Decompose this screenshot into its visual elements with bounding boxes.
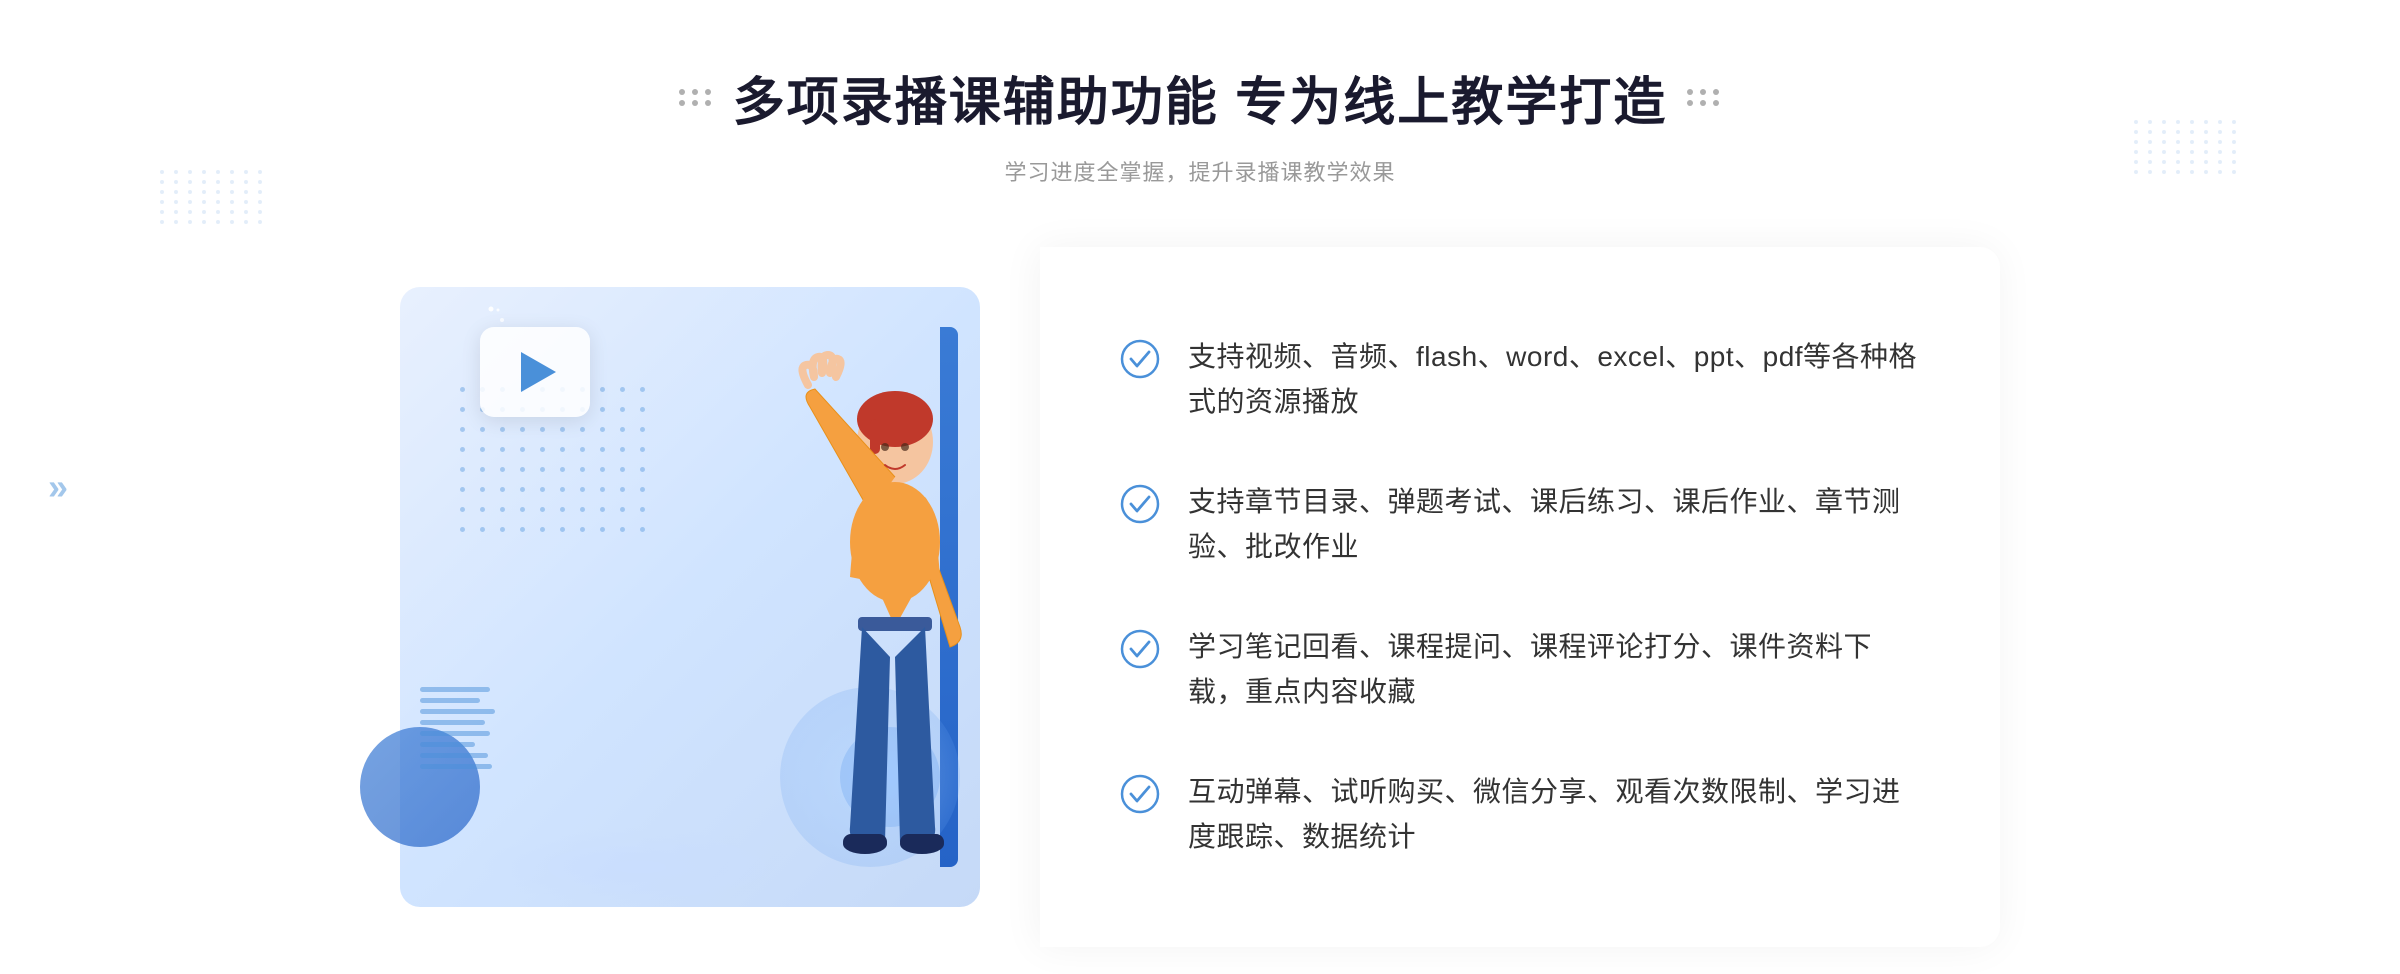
dot-grid-right — [2134, 120, 2240, 174]
feature-text-2: 支持章节目录、弹题考试、课后练习、课后作业、章节测验、批改作业 — [1188, 480, 1920, 570]
features-area: 支持视频、音频、flash、word、excel、ppt、pdf等各种格式的资源… — [1040, 247, 2000, 947]
person-illustration — [710, 347, 1010, 927]
feature-text-3: 学习笔记回看、课程提问、课程评论打分、课件资料下载，重点内容收藏 — [1188, 625, 1920, 715]
check-icon-3 — [1120, 629, 1160, 669]
feature-text-1: 支持视频、音频、flash、word、excel、ppt、pdf等各种格式的资源… — [1188, 335, 1920, 425]
feature-item-4: 互动弹幕、试听购买、微信分享、观看次数限制、学习进度跟踪、数据统计 — [1120, 760, 1920, 870]
title-row: 多项录播课辅助功能 专为线上教学打造 — [679, 60, 1721, 135]
stripe-deco — [420, 687, 500, 807]
play-bubble — [480, 327, 590, 417]
feature-item-1: 支持视频、音频、flash、word、excel、ppt、pdf等各种格式的资源… — [1120, 325, 1920, 435]
title-deco-left — [679, 89, 713, 106]
page-title: 多项录播课辅助功能 专为线上教学打造 — [733, 60, 1667, 135]
feature-item-3: 学习笔记回看、课程提问、课程评论打分、课件资料下载，重点内容收藏 — [1120, 615, 1920, 725]
title-deco-right — [1687, 89, 1721, 106]
burst-deco — [476, 305, 506, 340]
feature-item-2: 支持章节目录、弹题考试、课后练习、课后作业、章节测验、批改作业 — [1120, 470, 1920, 580]
header-section: 多项录播课辅助功能 专为线上教学打造 学习进度全掌握，提升录播课教学效果 — [679, 60, 1721, 187]
feature-text-4: 互动弹幕、试听购买、微信分享、观看次数限制、学习进度跟踪、数据统计 — [1188, 770, 1920, 860]
page-container: » 多项录播课辅助功能 专为线上教学打造 学习进度全掌握，提升录播课教学效果 — [0, 0, 2400, 974]
check-icon-1 — [1120, 339, 1160, 379]
check-icon-4 — [1120, 774, 1160, 814]
illustration-area — [400, 247, 1040, 927]
check-icon-2 — [1120, 484, 1160, 524]
play-icon — [521, 352, 556, 392]
dot-grid-left — [160, 170, 266, 224]
content-area: 支持视频、音频、flash、word、excel、ppt、pdf等各种格式的资源… — [400, 247, 2000, 947]
page-subtitle: 学习进度全掌握，提升录播课教学效果 — [679, 155, 1721, 187]
chevron-left-deco: » — [48, 466, 68, 508]
